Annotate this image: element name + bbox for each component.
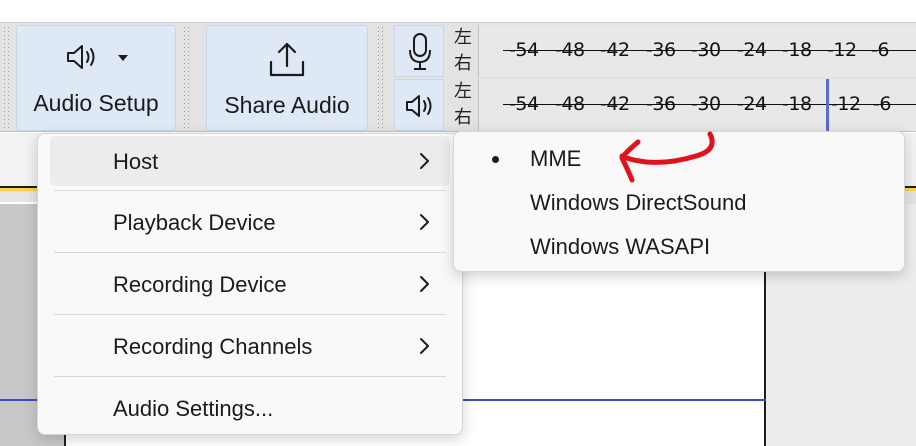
meter-tick: -42	[600, 39, 630, 61]
toolbar-grip[interactable]	[182, 27, 192, 129]
submenu-item-label: Windows DirectSound	[530, 190, 747, 215]
channel-right-label: 右	[454, 53, 472, 73]
menu-item-recording-device[interactable]: Recording Device	[50, 259, 450, 309]
menu-item-recording-channels[interactable]: Recording Channels	[50, 321, 450, 371]
meter-tick: -54	[509, 39, 539, 61]
microphone-icon	[409, 33, 431, 70]
meter-tick: -30	[691, 39, 721, 61]
share-audio-button[interactable]: Share Audio	[206, 25, 368, 131]
toolbar: Audio Setup Share Audio 左 右 -54 -48 -42 …	[0, 22, 916, 132]
meter-tick: -6	[871, 39, 889, 61]
playback-meter-button[interactable]	[394, 79, 444, 131]
menu-item-label: Recording Channels	[113, 334, 313, 359]
menu-item-label: Playback Device	[113, 210, 276, 235]
menu-item-host[interactable]: Host	[50, 136, 450, 186]
submenu-item-label: Windows WASAPI	[530, 234, 711, 259]
submenu-item-mme[interactable]: MME	[464, 136, 894, 180]
menu-separator	[54, 376, 446, 377]
meter-tick: -36	[646, 39, 676, 61]
meter-tick: -30	[691, 93, 721, 115]
meter-tick: -54	[509, 93, 539, 115]
toolbar-grip[interactable]	[376, 27, 386, 129]
menu-separator	[54, 190, 446, 191]
toolbar-grip[interactable]	[2, 27, 12, 129]
playback-meter[interactable]: -54 -48 -42 -36 -30 -24 -18 -12 -6	[478, 79, 916, 131]
chevron-right-icon	[420, 276, 429, 292]
playback-level-marker	[826, 79, 829, 131]
clip-boundary	[764, 270, 766, 446]
speaker-icon	[406, 95, 432, 117]
menu-item-label: Host	[113, 149, 159, 174]
channel-right-label: 右	[454, 107, 472, 127]
meter-tick: -42	[600, 93, 630, 115]
meter-tick: -36	[646, 93, 676, 115]
menu-item-label: Audio Settings...	[113, 396, 274, 421]
meter-toolbar: 左 右 -54 -48 -42 -36 -30 -24 -18 -12 -6 左…	[392, 23, 916, 133]
speaker-icon	[67, 45, 95, 69]
menu-separator	[54, 314, 446, 315]
menu-separator	[54, 252, 446, 253]
recording-meter[interactable]: -54 -48 -42 -36 -30 -24 -18 -12 -6	[478, 25, 916, 77]
share-upload-icon	[269, 42, 305, 77]
meter-tick: -24	[737, 39, 767, 61]
share-audio-label: Share Audio	[224, 92, 350, 118]
meter-tick: -18	[782, 39, 812, 61]
meter-tick: -12	[827, 39, 857, 61]
title-area	[0, 0, 916, 22]
channel-left-label: 左	[454, 27, 472, 47]
meter-tick: -6	[873, 93, 891, 115]
chevron-down-icon	[118, 55, 128, 61]
menu-item-label: Recording Device	[113, 272, 287, 297]
meter-tick: -48	[555, 39, 585, 61]
chevron-right-icon	[420, 153, 429, 169]
meter-tick: -18	[782, 93, 812, 115]
audio-setup-menu: Host Playback Device Recording Device Re…	[37, 133, 463, 435]
chevron-right-icon	[420, 214, 429, 230]
menu-item-audio-settings[interactable]: Audio Settings...	[50, 383, 450, 433]
submenu-item-label: MME	[530, 146, 582, 171]
chevron-right-icon	[420, 338, 429, 354]
host-submenu: MME Windows DirectSound Windows WASAPI	[453, 131, 905, 272]
meter-tick: -12	[831, 93, 861, 115]
recording-meter-button[interactable]	[394, 25, 444, 77]
audio-setup-label: Audio Setup	[33, 90, 159, 116]
audio-setup-button[interactable]: Audio Setup	[16, 25, 176, 131]
channel-left-label: 左	[454, 81, 472, 101]
submenu-item-windows-wasapi[interactable]: Windows WASAPI	[464, 224, 894, 268]
meter-tick: -24	[737, 93, 767, 115]
meter-tick: -48	[555, 93, 585, 115]
menu-item-playback-device[interactable]: Playback Device	[50, 197, 450, 247]
submenu-item-windows-directsound[interactable]: Windows DirectSound	[464, 180, 894, 224]
selected-bullet-icon	[492, 156, 499, 163]
